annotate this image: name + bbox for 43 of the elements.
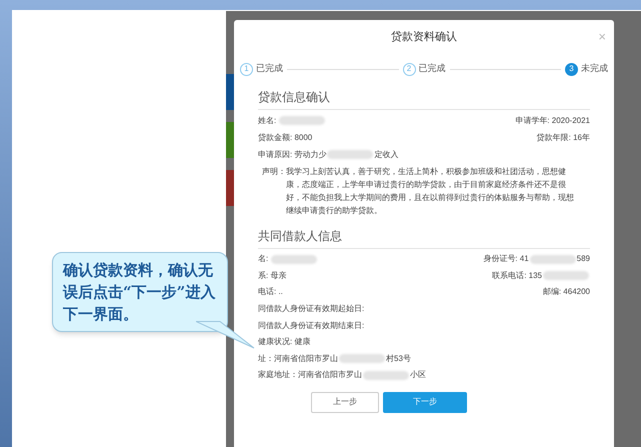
- step-number: 2: [402, 62, 416, 76]
- field-text: 小区: [410, 369, 426, 382]
- redaction-blur: [530, 254, 576, 264]
- step-label: 未完成: [581, 62, 608, 76]
- redaction-blur: [279, 116, 326, 125]
- step-label: 已完成: [418, 62, 446, 76]
- redaction-blur: [339, 354, 385, 364]
- field-text: 589: [576, 253, 590, 266]
- field-text: 贷款金额: 8000: [258, 132, 312, 144]
- field-text: 贷款年限: 16年: [536, 132, 590, 144]
- field-text: 身份证号: 41: [483, 253, 529, 266]
- step-number: 3: [565, 62, 578, 76]
- statement-label: 声明：: [261, 166, 286, 178]
- redaction-blur: [543, 271, 589, 280]
- step-number: 1: [240, 62, 253, 76]
- section-heading: 共同借款人信息: [258, 217, 590, 249]
- statement-text: 我学习上刻苦认真，善于研究，生活上简朴，积极参加班级和社团活动，思想健康，态度端正，上学年申请过贵行的助学贷款，由于目前家庭经济条件还不是很好，不能负担我上大学期间的费用，且在以前得到过贵行的体贴服务与帮助，现想继续申请贵行的助学贷款。: [286, 166, 575, 217]
- field-text: 同借款人身份证有效期起始日:: [258, 303, 364, 316]
- field-text: 申请学年: 2020-2021: [515, 114, 590, 126]
- redaction-blur: [363, 370, 409, 380]
- field-text: 同借款人身份证有效期结束日:: [258, 320, 364, 332]
- field-text: 村53号: [386, 352, 411, 365]
- next-button[interactable]: 下一步: [383, 392, 467, 413]
- callout-bubble: 确认贷款资料，确认无误后点击“下一步”进入下一界面。: [52, 252, 228, 332]
- redaction-blur: [327, 150, 374, 159]
- field-text: 系: 母亲: [258, 270, 286, 282]
- field-text: 申请原因: 劳动力少: [258, 148, 326, 160]
- field-text: 联系电话: 135: [492, 270, 542, 282]
- field-text: 定收入: [374, 148, 398, 160]
- callout-tail: [196, 321, 256, 349]
- redaction-blur: [271, 254, 318, 264]
- field-text: 电话: ..: [258, 286, 283, 298]
- field-text: 名:: [258, 253, 270, 266]
- field-text: 健康状况: 健康: [258, 336, 310, 348]
- field-text: 址：河南省信阳市罗山: [258, 352, 338, 365]
- back-button[interactable]: 上一步: [311, 392, 379, 413]
- field-text: 姓名:: [258, 114, 278, 126]
- field-text: 邮编: 464200: [542, 286, 590, 298]
- step-label: 已完成: [256, 62, 283, 76]
- dialog-title: 贷款资料确认: [391, 30, 457, 45]
- field-text: 家庭地址：河南省信阳市罗山: [258, 369, 362, 382]
- section-heading: 贷款信息确认: [258, 84, 590, 110]
- close-button[interactable]: ×: [598, 27, 606, 47]
